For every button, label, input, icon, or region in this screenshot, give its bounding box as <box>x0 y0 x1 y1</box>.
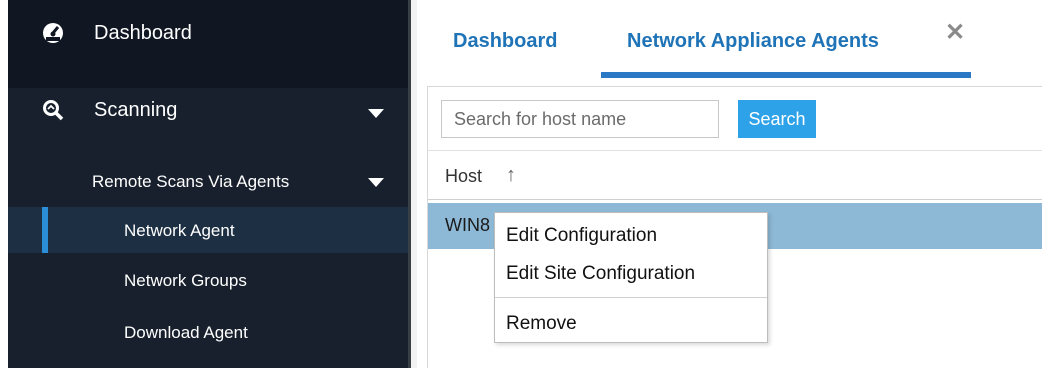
sidebar-item-scanning[interactable]: Scanning <box>8 95 408 147</box>
menu-item-edit-configuration[interactable]: Edit Configuration <box>506 225 657 247</box>
gauge-icon <box>42 22 64 44</box>
divider <box>427 86 1042 87</box>
menu-item-edit-site-configuration[interactable]: Edit Site Configuration <box>506 263 695 285</box>
active-indicator <box>42 207 48 253</box>
sidebar-item-remote-scans[interactable]: Remote Scans Via Agents <box>8 168 408 198</box>
close-icon[interactable]: ✕ <box>945 18 965 47</box>
sidebar-item-label: Scanning <box>94 99 178 121</box>
context-menu: Edit Configuration Edit Site Configurati… <box>494 212 768 343</box>
sidebar: Dashboard Scanning Remote Scans Via Agen… <box>8 0 408 368</box>
host-cell: WIN8 <box>445 215 490 235</box>
menu-divider <box>495 297 767 298</box>
tab-dashboard[interactable]: Dashboard <box>453 30 557 53</box>
chevron-down-icon[interactable] <box>368 178 384 187</box>
search-input[interactable] <box>441 100 719 138</box>
tab-network-appliance-agents[interactable]: Network Appliance Agents <box>627 30 879 53</box>
divider <box>428 150 1042 151</box>
sidebar-item-label: Remote Scans Via Agents <box>92 172 290 191</box>
sidebar-item-label: Download Agent <box>124 323 248 342</box>
sidebar-item-dashboard[interactable]: Dashboard <box>8 18 408 70</box>
column-header-host[interactable]: Host <box>445 166 482 187</box>
search-button[interactable]: Search <box>738 100 816 138</box>
divider <box>428 199 1042 200</box>
chevron-down-icon[interactable] <box>368 109 384 118</box>
sort-ascending-icon[interactable]: ↑ <box>506 164 516 187</box>
sidebar-item-label: Dashboard <box>94 22 192 44</box>
sidebar-item-download-agent[interactable]: Download Agent <box>8 309 408 355</box>
scan-magnifier-icon <box>42 99 64 121</box>
active-tab-indicator <box>601 72 971 78</box>
sidebar-item-label: Network Groups <box>124 271 247 290</box>
sidebar-item-label: Network Agent <box>124 221 235 240</box>
sidebar-item-network-agent[interactable]: Network Agent <box>8 207 408 253</box>
menu-item-remove[interactable]: Remove <box>506 313 577 335</box>
sidebar-item-network-groups[interactable]: Network Groups <box>8 257 408 303</box>
